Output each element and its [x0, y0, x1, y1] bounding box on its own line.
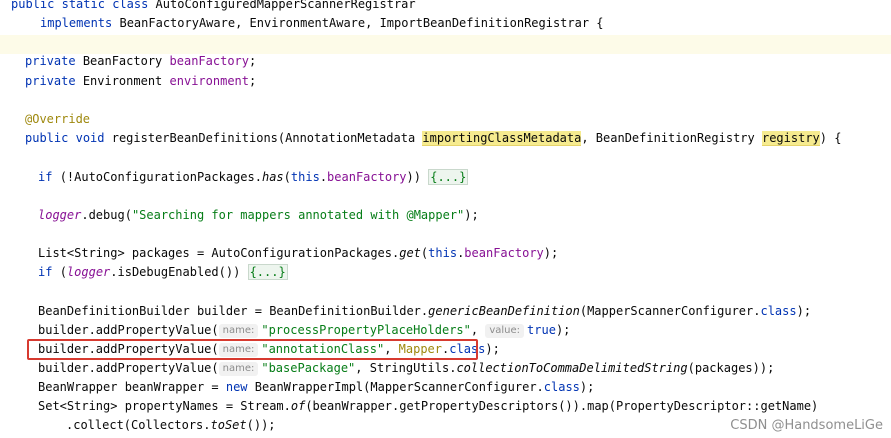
annotation: @Override: [25, 112, 91, 126]
field-name: beanFactory: [464, 246, 544, 260]
code-line-property-names[interactable]: Set<String> propertyNames = Stream.of(be…: [38, 397, 891, 416]
code-text: .debug(: [81, 208, 132, 222]
keyword: private: [25, 74, 76, 88]
code-text: List<String> packages = AutoConfiguratio…: [38, 246, 400, 260]
dot: .: [319, 170, 328, 184]
code-text: ());: [246, 418, 276, 432]
folded-code-block[interactable]: {...}: [428, 169, 469, 185]
logger-field: logger: [66, 265, 111, 279]
keyword: private: [25, 54, 76, 68]
code-text: BeanWrapperImpl(MapperScannerConfigurer.: [254, 380, 544, 394]
keyword: void: [75, 131, 105, 145]
code-line-implements[interactable]: implements BeanFactoryAware, Environment…: [40, 14, 891, 33]
watermark: CSDN @HandsomeLiGe: [730, 418, 883, 433]
logger-field: logger: [38, 208, 82, 222]
keyword: true: [527, 323, 556, 337]
type-name: BeanFactory: [82, 54, 163, 68]
paren: (: [59, 265, 67, 279]
field-name: beanFactory: [327, 170, 407, 184]
code-text: );: [579, 380, 595, 394]
keyword: this: [290, 170, 320, 184]
keyword: class: [760, 304, 797, 318]
code-line-field-beanfactory[interactable]: private BeanFactory beanFactory;: [25, 52, 891, 71]
code-text: builder.addPropertyValue(: [38, 323, 219, 337]
code-line-bean-wrapper[interactable]: BeanWrapper beanWrapper = new BeanWrappe…: [38, 378, 891, 397]
code-line-logger-debug[interactable]: logger.debug("Searching for mappers anno…: [38, 206, 891, 225]
method-name: registerBeanDefinitions(AnnotationMetada…: [111, 131, 416, 145]
code-line-if-has-beanfactory[interactable]: if (!AutoConfigurationPackages.has(this.…: [38, 168, 891, 187]
unused-param-warning[interactable]: registry: [761, 131, 820, 146]
keyword: if: [38, 265, 53, 279]
code-text: Set<String> propertyNames = Stream.: [38, 399, 291, 413]
string-literal: "processPropertyPlaceHolders": [261, 323, 471, 337]
brace: ) {: [819, 131, 842, 145]
keyword: public: [25, 131, 69, 145]
keyword: class: [543, 380, 580, 394]
comma: ,: [470, 323, 479, 337]
unused-param-warning[interactable]: importingClassMetadata: [422, 131, 582, 146]
code-text: );: [796, 304, 812, 318]
class-name: AutoConfiguredMapperScannerRegistrar: [155, 0, 416, 11]
field-name: environment: [169, 74, 250, 88]
method-call: collectionToCommaDelimitedString: [456, 361, 688, 375]
interfaces: BeanFactoryAware, EnvironmentAware, Impo…: [119, 16, 604, 30]
semicolon: ;: [249, 54, 257, 68]
code-line-builder-declaration[interactable]: BeanDefinitionBuilder builder = BeanDefi…: [38, 302, 891, 321]
paren: (: [283, 170, 291, 184]
param-name-hint: name:: [218, 362, 259, 376]
code-line-add-base-package[interactable]: builder.addPropertyValue(name: "basePacka…: [38, 359, 891, 378]
code-line-field-environment[interactable]: private Environment environment;: [25, 72, 891, 91]
param-name-hint: name:: [218, 324, 259, 338]
code-text: .collect(Collectors.: [66, 418, 211, 432]
code-line-method-signature[interactable]: public void registerBeanDefinitions(Anno…: [25, 129, 891, 148]
code-text: BeanWrapper beanWrapper =: [38, 380, 219, 394]
paren: )): [406, 170, 421, 184]
code-text: builder.addPropertyValue(: [38, 361, 219, 375]
method-call: genericBeanDefinition: [428, 304, 580, 318]
code-text: );: [555, 323, 571, 337]
code-text: (packages));: [687, 361, 775, 375]
method-call: has: [261, 170, 284, 184]
keyword: this: [428, 246, 458, 260]
code-line-override-annotation[interactable]: @Override: [25, 110, 891, 129]
semicolon: ;: [249, 74, 257, 88]
field-name: beanFactory: [169, 54, 250, 68]
code-line-class-declaration[interactable]: public static class AutoConfiguredMapper…: [11, 0, 891, 14]
string-literal: "basePackage": [261, 361, 356, 375]
method-call: of: [290, 399, 306, 413]
code-text: (beanWrapper.getPropertyDescriptors()).m…: [305, 399, 819, 413]
code-text: .isDebugEnabled()): [110, 265, 241, 279]
code-text: );: [464, 208, 479, 222]
keyword: implements: [40, 16, 113, 30]
param-type: , BeanDefinitionRegistry: [581, 131, 755, 145]
code-text: (MapperScannerConfigurer.: [579, 304, 761, 318]
keyword: public: [11, 0, 55, 11]
code-text: );: [485, 342, 500, 356]
keyword: new: [225, 380, 248, 394]
type-name: Environment: [82, 74, 163, 88]
code-text: (!AutoConfigurationPackages.: [59, 170, 262, 184]
keyword: if: [38, 170, 53, 184]
method-call: get: [399, 246, 421, 260]
annotation-class-highlight-box: [27, 339, 478, 360]
code-line-add-placeholders[interactable]: builder.addPropertyValue(name: "processPr…: [38, 321, 891, 340]
code-text: BeanDefinitionBuilder builder = BeanDefi…: [38, 304, 429, 318]
code-line-packages-get[interactable]: List<String> packages = AutoConfiguratio…: [38, 244, 891, 263]
folded-code-block[interactable]: {...}: [247, 264, 288, 280]
method-call: toSet: [210, 418, 247, 432]
code-line-if-debug-enabled[interactable]: if (logger.isDebugEnabled()) {...}: [38, 263, 891, 282]
string-literal: "Searching for mappers annotated with @M…: [131, 208, 465, 222]
param-name-hint: value:: [485, 324, 525, 338]
code-editor[interactable]: public static class AutoConfiguredMapper…: [0, 0, 891, 438]
keyword: class: [112, 0, 149, 11]
code-text: );: [543, 246, 559, 260]
code-text: , StringUtils.: [355, 361, 457, 375]
keyword: static: [61, 0, 105, 11]
